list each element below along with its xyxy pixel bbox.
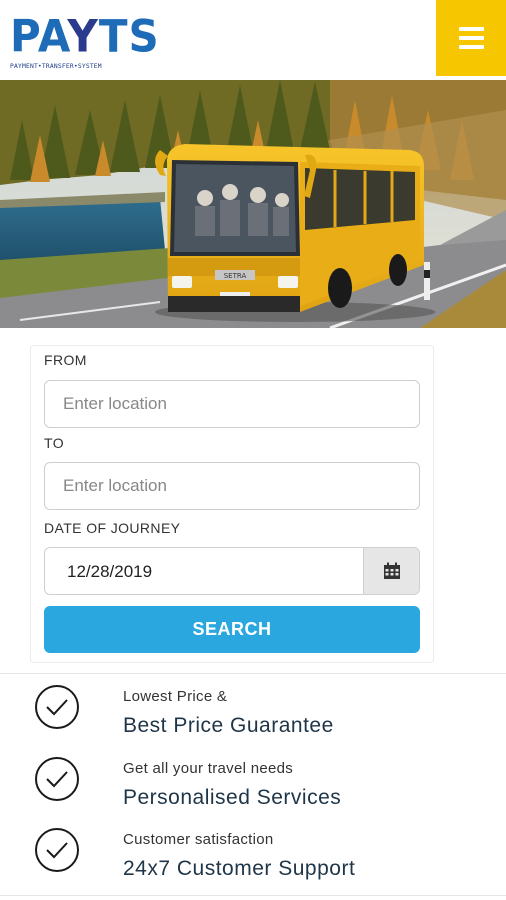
bus-illustration: SETRA bbox=[0, 80, 506, 328]
check-circle-icon bbox=[35, 828, 79, 872]
from-field[interactable] bbox=[44, 380, 420, 428]
feature-subtitle: Lowest Price & bbox=[123, 688, 228, 705]
check-circle-icon bbox=[35, 685, 79, 729]
date-value[interactable]: 12/28/2019 bbox=[67, 562, 152, 582]
date-of-journey-field[interactable]: 12/28/2019 bbox=[44, 547, 420, 595]
calendar-button[interactable] bbox=[363, 548, 419, 594]
feature-item: Lowest Price & Best Price Guarantee bbox=[0, 680, 506, 750]
hero-bus-image: SETRA bbox=[0, 80, 506, 328]
search-button[interactable]: SEARCH bbox=[44, 606, 420, 653]
to-field[interactable] bbox=[44, 462, 420, 510]
feature-item: Get all your travel needs Personalised S… bbox=[0, 752, 506, 822]
feature-title: Personalised Services bbox=[123, 786, 342, 809]
menu-button[interactable] bbox=[436, 0, 506, 76]
to-input[interactable] bbox=[45, 463, 419, 509]
from-label: FROM bbox=[44, 352, 87, 368]
calendar-icon bbox=[383, 562, 400, 579]
feature-item: Customer satisfaction 24x7 Customer Supp… bbox=[0, 823, 506, 893]
payts-logo[interactable]: PAYTS PAYMENT•TRANSFER•SYSTEM bbox=[10, 10, 160, 76]
svg-text:SETRA: SETRA bbox=[224, 272, 247, 280]
search-form: FROM TO DATE OF JOURNEY 12/28/2019 SEARC… bbox=[30, 345, 434, 663]
from-input[interactable] bbox=[45, 381, 419, 427]
feature-title: Best Price Guarantee bbox=[123, 714, 334, 737]
date-of-journey-label: DATE OF JOURNEY bbox=[44, 520, 181, 536]
feature-subtitle: Get all your travel needs bbox=[123, 760, 294, 777]
logo-tagline: PAYMENT•TRANSFER•SYSTEM bbox=[10, 63, 102, 70]
check-circle-icon bbox=[35, 757, 79, 801]
feature-subtitle: Customer satisfaction bbox=[123, 831, 274, 848]
app-header: PAYTS PAYMENT•TRANSFER•SYSTEM bbox=[0, 0, 506, 80]
feature-title: 24x7 Customer Support bbox=[123, 857, 356, 880]
hamburger-menu-icon bbox=[458, 27, 484, 31]
features-list: Lowest Price & Best Price Guarantee Get … bbox=[0, 673, 506, 896]
to-label: TO bbox=[44, 435, 64, 451]
logo-wordmark: PAYTS bbox=[10, 10, 160, 63]
